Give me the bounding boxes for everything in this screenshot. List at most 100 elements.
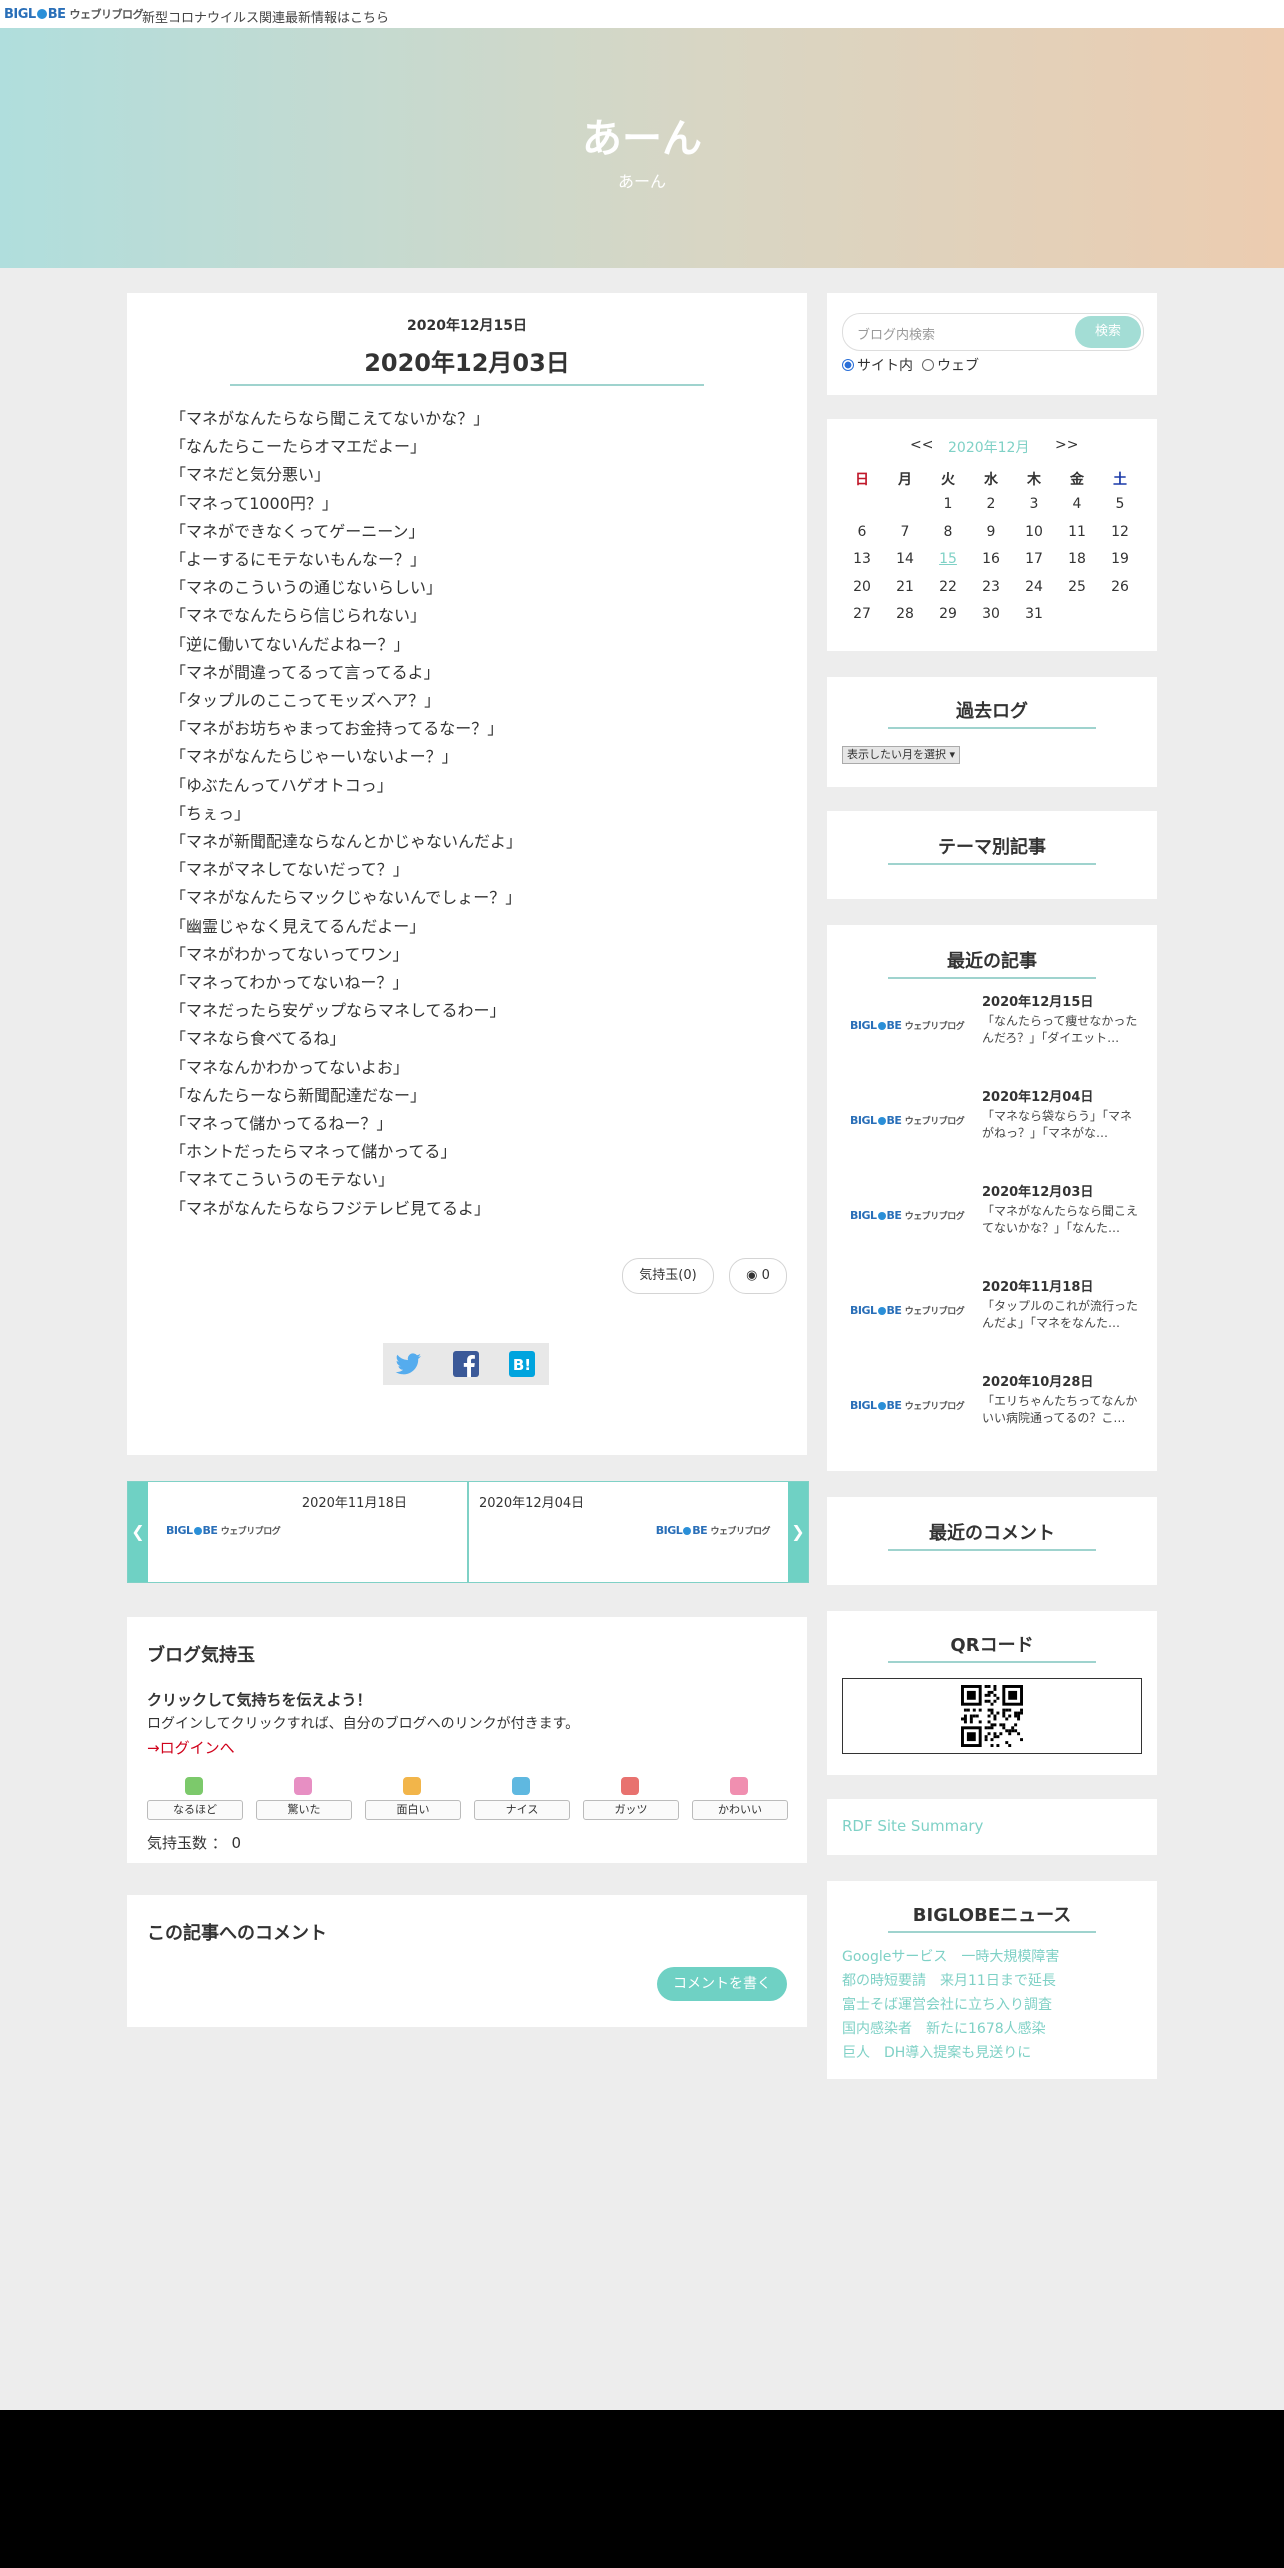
- search-button[interactable]: 検索: [1075, 316, 1141, 348]
- search-input[interactable]: ブログ内検索 検索: [842, 313, 1144, 351]
- login-link[interactable]: →ログインへ: [147, 1737, 235, 1758]
- covid-notice-link[interactable]: 新型コロナウイルス関連最新情報はこちら: [142, 7, 389, 26]
- logo-text: BIGL: [850, 1209, 877, 1222]
- logo-text: BE: [886, 1209, 902, 1222]
- twitter-icon[interactable]: [393, 1348, 425, 1380]
- news-link[interactable]: 国内感染者 新たに1678人感染: [842, 2017, 1059, 2041]
- archive-month-select[interactable]: 表示したい月を選択 ▾: [842, 746, 961, 764]
- logo-dot-icon: [877, 1402, 886, 1410]
- themes-title: テーマ別記事: [888, 833, 1096, 865]
- calendar-next-link[interactable]: >>: [1055, 437, 1078, 453]
- recent-post-item[interactable]: BIGL BE ウェブリブログ 2020年12月15日 「なんたらって痩せなかったんだ…: [842, 991, 1142, 1071]
- calendar-prev-link[interactable]: <<: [910, 437, 933, 453]
- next-arrow-icon[interactable]: ❯: [788, 1482, 808, 1582]
- article-line: 「マネてこういうのモテない」: [170, 1170, 395, 1190]
- kimochi-section: ブログ気持玉 クリックして気持ちを伝えよう！ ログインしてクリックすれば、自分の…: [127, 1617, 807, 1863]
- calendar-widget: << 2020年12月 >> 日月火水木金土 1 2 3 4 5 6 7 8 9 10 11 12 13 1…: [827, 419, 1157, 651]
- logo-text: BIGL: [166, 1524, 193, 1537]
- share-buttons: B!: [383, 1343, 549, 1385]
- archive-widget: 過去ログ 表示したい月を選択 ▾: [827, 677, 1157, 787]
- calendar-day-link[interactable]: 15: [928, 551, 968, 567]
- kimochi-button[interactable]: 面白い: [365, 1800, 461, 1820]
- comment-count-button[interactable]: ◉ 0: [729, 1258, 787, 1294]
- calendar-weekday: 金: [1070, 472, 1084, 488]
- recent-post-date: 2020年12月03日: [982, 1185, 1094, 1200]
- news-link[interactable]: Googleサービス 一時大規模障害: [842, 1945, 1059, 1969]
- search-widget: ブログ内検索 検索 サイト内 ウェブ: [827, 293, 1157, 395]
- article-title[interactable]: 2020年12月03日: [230, 343, 704, 386]
- logo-text: BIGL: [655, 1524, 683, 1537]
- next-post-link[interactable]: 2020年12月04日 BIGL BE ウェブリブログ: [469, 1482, 788, 1582]
- logo-text: BE: [886, 1304, 902, 1317]
- radio-unchecked-icon: [922, 359, 934, 371]
- search-scope-web-radio[interactable]: ウェブ: [922, 355, 979, 375]
- kimochi-button[interactable]: 驚いた: [256, 1800, 352, 1820]
- logo-subtext: ウェブリブログ: [904, 1402, 965, 1412]
- prev-arrow-icon[interactable]: ❮: [128, 1482, 148, 1582]
- kimochi-button[interactable]: ガッツ: [583, 1800, 679, 1820]
- kimochi-total: 気持玉数 ： 0: [147, 1834, 242, 1852]
- calendar-day: 30: [982, 606, 1000, 622]
- kimochi-button[interactable]: なるほど: [147, 1800, 243, 1820]
- kimochi-face-icon[interactable]: [185, 1777, 203, 1795]
- calendar-day: 3: [1029, 496, 1039, 512]
- archive-title: 過去ログ: [888, 697, 1096, 729]
- logo-text: BE: [47, 7, 66, 22]
- calendar-day: 17: [1025, 551, 1043, 567]
- recent-post-item[interactable]: BIGL BE ウェブリブログ 2020年10月28日 「エリちゃんたちってなんかいい…: [842, 1371, 1142, 1451]
- kimochi-button[interactable]: ナイス: [474, 1800, 570, 1820]
- article-line: 「タップルのここってモッズヘア？」: [170, 691, 441, 711]
- article-line: 「マネがなんたらマックじゃないんでしょー？」: [170, 888, 522, 908]
- calendar-day: 22: [939, 578, 957, 595]
- prev-post-date: 2020年11月18日: [301, 1496, 407, 1511]
- logo-text: BE: [692, 1524, 708, 1537]
- prev-post-link[interactable]: 2020年11月18日 BIGL BE ウェブリブログ: [148, 1482, 467, 1582]
- posted-date: 2020年12月15日: [407, 318, 527, 334]
- biglobe-logo[interactable]: BIGL BE ウェブリブログ: [4, 6, 144, 22]
- recent-post-item[interactable]: BIGL BE ウェブリブログ 2020年12月04日 「マネなら袋ならう」「マネがね…: [842, 1086, 1142, 1166]
- news-link[interactable]: 都の時短要請 来月11日まで延長: [842, 1969, 1059, 1993]
- kimochi-face-icon[interactable]: [621, 1777, 639, 1795]
- recent-post-item[interactable]: BIGL BE ウェブリブログ 2020年11月18日 「タップルのこれが流行ったんだ…: [842, 1276, 1142, 1356]
- calendar-weekday: 月: [898, 472, 912, 488]
- logo-text: BIGL: [850, 1304, 877, 1317]
- kimochi-button[interactable]: かわいい: [692, 1800, 788, 1820]
- facebook-icon[interactable]: [450, 1348, 482, 1380]
- recent-post-date: 2020年12月04日: [982, 1090, 1094, 1105]
- article-line: 「マネなら食べてるね」: [170, 1029, 346, 1049]
- article-line: 「マネがわかってないってワン」: [170, 944, 409, 964]
- qr-widget: QRコード: [827, 1611, 1157, 1775]
- kimochi-face-icon[interactable]: [294, 1777, 312, 1795]
- article-line: 「マネが間違ってるって言ってるよ」: [170, 662, 440, 682]
- calendar-month-link[interactable]: 2020年12月: [948, 437, 1029, 457]
- recent-post-item[interactable]: BIGL BE ウェブリブログ 2020年12月03日 「マネがなんたらなら聞こえてな…: [842, 1181, 1142, 1261]
- kimochi-face-icon[interactable]: [403, 1777, 421, 1795]
- news-link[interactable]: 巨人 DH導入提案も見送りに: [842, 2041, 1059, 2065]
- logo-text: BIGL: [850, 1114, 877, 1127]
- article-line: 「マネが新聞配達ならなんとかじゃないんだよ」: [170, 832, 523, 852]
- recent-post-snippet: 「タップルのこれが流行ったんだよ」「マネをなんた…: [982, 1299, 1139, 1330]
- hatena-bookmark-icon[interactable]: B!: [506, 1348, 538, 1380]
- post-navigation: ❮ 2020年11月18日 BIGL BE ウェブリブログ 2020年12月04日…: [127, 1481, 809, 1583]
- calendar-day: 5: [1115, 496, 1125, 512]
- article-line: 「よーするにモテないもんなー？」: [170, 550, 427, 570]
- search-scope-site-radio[interactable]: サイト内: [842, 355, 913, 375]
- blog-header: あーん あーん: [0, 28, 1284, 268]
- blog-title[interactable]: あーん: [0, 106, 1284, 164]
- recent-posts-title: 最近の記事: [888, 947, 1096, 979]
- kimochi-face-icon[interactable]: [512, 1777, 530, 1795]
- next-post-date: 2020年12月04日: [479, 1496, 585, 1511]
- article-line: 「マネがお坊ちゃまってお金持ってるなー？」: [170, 719, 504, 739]
- rdf-widget: RDF Site Summary: [827, 1799, 1157, 1855]
- comments-section: この記事へのコメント コメントを書く: [127, 1895, 807, 2027]
- kimochi-face-icon[interactable]: [730, 1777, 748, 1795]
- recent-post-thumb-logo: BIGL BE ウェブリブログ: [850, 1114, 965, 1127]
- calendar-day: 4: [1072, 496, 1082, 512]
- news-link[interactable]: 富士そば運営会社に立ち入り調査: [842, 1993, 1059, 2017]
- logo-text: BIGL: [850, 1019, 877, 1032]
- write-comment-button[interactable]: コメントを書く: [657, 1967, 787, 2001]
- rdf-link[interactable]: RDF Site Summary: [842, 1817, 983, 1835]
- kimochi-count-button[interactable]: 気持玉(0): [622, 1258, 714, 1294]
- recent-comments-title: 最近のコメント: [888, 1519, 1096, 1551]
- calendar-weekday: 水: [984, 472, 998, 488]
